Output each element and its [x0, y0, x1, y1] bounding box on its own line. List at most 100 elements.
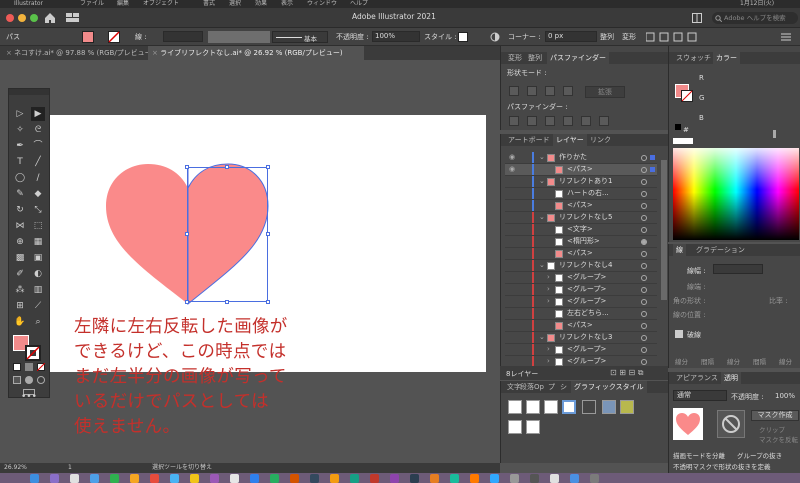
- graphic-style-7[interactable]: [620, 400, 634, 414]
- doc-tab-1[interactable]: × ネコすけ.ai* @ 97.88 % (RGB/プレビュー): [2, 46, 154, 60]
- variable-width-profile[interactable]: [208, 31, 270, 43]
- make-mask-button[interactable]: マスク作成: [751, 410, 799, 421]
- dock-app-icon[interactable]: [530, 474, 539, 483]
- tab-swatches[interactable]: スウォッチ: [673, 52, 714, 64]
- close-window-button[interactable]: [6, 14, 14, 22]
- expand-arrow-icon[interactable]: ⌄: [539, 332, 545, 343]
- dock-app-icon[interactable]: [390, 474, 399, 483]
- layer-row[interactable]: › <グループ>: [505, 284, 657, 296]
- align-link[interactable]: 整列: [600, 32, 614, 42]
- rotate-tool-icon[interactable]: ↻: [13, 203, 27, 217]
- dock-trash-icon[interactable]: [590, 474, 599, 483]
- dock-finder-icon[interactable]: [30, 474, 39, 483]
- target-ring-icon[interactable]: [641, 167, 647, 173]
- graphic-style-5[interactable]: [582, 400, 596, 414]
- layer-row[interactable]: <パス>: [505, 248, 657, 260]
- dock-app-icon[interactable]: [150, 474, 159, 483]
- dock-photoshop-icon[interactable]: [490, 474, 499, 483]
- menu-select[interactable]: 選択: [229, 0, 241, 8]
- blend-mode-select[interactable]: 通常: [673, 390, 727, 401]
- minimize-window-button[interactable]: [18, 14, 26, 22]
- hand-tool-icon[interactable]: ✋: [13, 315, 27, 329]
- dock-app-icon[interactable]: [210, 474, 219, 483]
- layer-row[interactable]: ハートの右...: [505, 188, 657, 200]
- none-mode-button[interactable]: [37, 363, 45, 371]
- menu-app[interactable]: Illustrator: [14, 0, 43, 8]
- color-stroke-box[interactable]: [681, 90, 693, 102]
- selection-indicator-icon[interactable]: [650, 167, 655, 172]
- menu-help[interactable]: ヘルプ: [350, 0, 368, 8]
- target-ring-icon[interactable]: [641, 287, 647, 293]
- expand-arrow-icon[interactable]: ›: [547, 296, 550, 307]
- dock-app-icon[interactable]: [450, 474, 459, 483]
- tab-gradient[interactable]: グラデーション: [693, 244, 748, 256]
- blend-tool-icon[interactable]: ◐: [31, 267, 45, 281]
- minus-back-button[interactable]: [599, 116, 609, 126]
- artboard-number[interactable]: 1: [68, 463, 72, 473]
- doc-tab-close-icon[interactable]: ×: [6, 49, 14, 57]
- target-ring-icon[interactable]: [641, 179, 647, 185]
- tab-layers[interactable]: レイヤー: [553, 134, 587, 146]
- tab-transform[interactable]: 変形: [505, 52, 525, 64]
- layer-row[interactable]: <パス>: [505, 320, 657, 332]
- tab-align[interactable]: 整列: [525, 52, 545, 64]
- slice-tool-icon[interactable]: ⟋: [31, 299, 45, 313]
- dock-app-icon[interactable]: [570, 474, 579, 483]
- dock-app-icon[interactable]: [550, 474, 559, 483]
- bbox-handle-tl[interactable]: [185, 165, 189, 169]
- bbox-handle-bm[interactable]: [225, 300, 229, 304]
- target-ring-icon[interactable]: [641, 275, 647, 281]
- stroke-none-swatch[interactable]: [108, 31, 120, 43]
- stroke-weight-input[interactable]: [713, 264, 763, 274]
- transparency-opacity-value[interactable]: 100%: [775, 392, 795, 400]
- scale-tool-icon[interactable]: ⤡: [31, 203, 45, 217]
- layer-row[interactable]: › <グループ>: [505, 344, 657, 356]
- layer-row[interactable]: <文字>: [505, 224, 657, 236]
- bbox-handle-tm[interactable]: [225, 165, 229, 169]
- graphic-style-8[interactable]: [508, 420, 522, 434]
- dock-app-icon[interactable]: [190, 474, 199, 483]
- tab-stroke[interactable]: 線: [673, 244, 686, 256]
- crop-button[interactable]: [563, 116, 573, 126]
- doc-tab-close-icon[interactable]: ×: [152, 49, 160, 57]
- zoom-tool-icon[interactable]: ⌕: [31, 315, 45, 329]
- dock-app-icon[interactable]: [370, 474, 379, 483]
- opacity-field[interactable]: 100%: [372, 31, 420, 42]
- recolor-artwork-icon[interactable]: [490, 32, 500, 42]
- color-hex-slider[interactable]: [773, 130, 776, 138]
- symbol-sprayer-tool-icon[interactable]: ⁂: [13, 283, 27, 297]
- graphic-style-swatch[interactable]: [458, 32, 468, 42]
- lasso-tool-icon[interactable]: ᘓ: [31, 123, 45, 137]
- expand-button[interactable]: 拡張: [585, 86, 625, 98]
- dock-app-icon[interactable]: [230, 474, 239, 483]
- isolate-blending-label[interactable]: 描画モードを分離: [673, 450, 725, 460]
- dock-app-icon[interactable]: [250, 474, 259, 483]
- brush-definition[interactable]: 基本: [272, 31, 328, 43]
- graphic-style-2[interactable]: [526, 400, 540, 414]
- graphic-style-6[interactable]: [602, 400, 616, 414]
- menu-effect[interactable]: 効果: [255, 0, 267, 8]
- graphic-style-default[interactable]: [508, 400, 522, 414]
- target-ring-icon[interactable]: [641, 251, 647, 257]
- exclude-button[interactable]: [563, 86, 573, 96]
- fill-color-swatch[interactable]: [82, 31, 94, 43]
- dock-app-icon[interactable]: [330, 474, 339, 483]
- eye-icon[interactable]: ◉: [509, 152, 515, 163]
- dock-app-icon[interactable]: [170, 474, 179, 483]
- draw-normal-icon[interactable]: [13, 376, 21, 384]
- no-mask-icon[interactable]: [717, 410, 745, 438]
- opacity-thumbnail[interactable]: [673, 408, 703, 440]
- workspace-icon[interactable]: [66, 13, 80, 23]
- gradient-tool-icon[interactable]: ▣: [31, 251, 45, 265]
- artboard[interactable]: 左隣に左右反転した画像が できるけど、この時点では: [50, 115, 486, 372]
- color-black-chip[interactable]: [675, 124, 681, 130]
- divide-button[interactable]: [509, 116, 519, 126]
- dock-app-icon[interactable]: [90, 474, 99, 483]
- bbox-handle-br[interactable]: [266, 300, 270, 304]
- bbox-handle-ml[interactable]: [185, 232, 189, 236]
- type-tool-icon[interactable]: T: [13, 155, 27, 169]
- target-ring-icon[interactable]: [641, 203, 647, 209]
- target-ring-icon[interactable]: [641, 263, 647, 269]
- target-ring-icon[interactable]: [641, 215, 647, 221]
- layer-row[interactable]: ◉ <パス>: [505, 164, 657, 176]
